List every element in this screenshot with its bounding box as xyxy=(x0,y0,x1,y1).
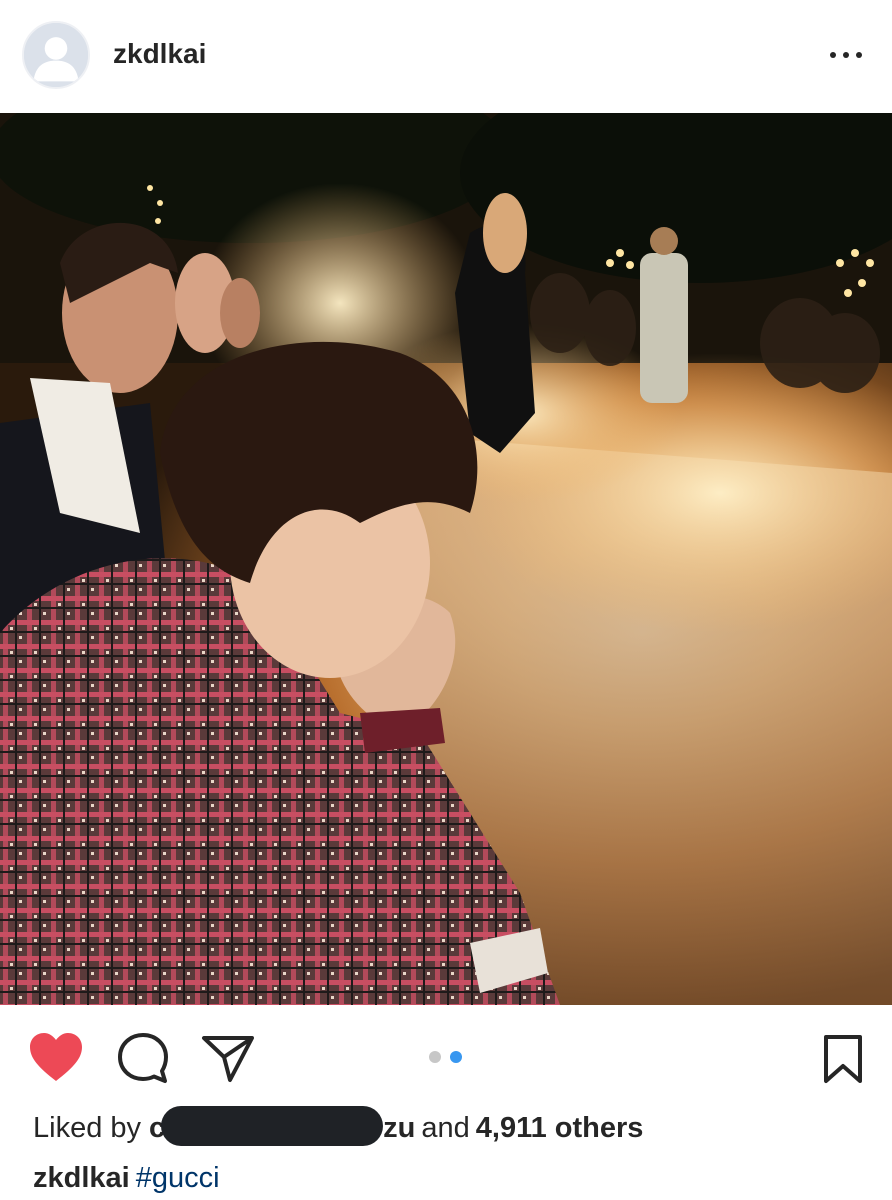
post-username[interactable]: zkdlkai xyxy=(113,38,206,70)
redaction-bar xyxy=(161,1106,384,1147)
more-dot xyxy=(843,52,849,58)
hashtag-link[interactable]: #gucci xyxy=(136,1162,220,1194)
direct-share-icon[interactable] xyxy=(200,1032,256,1084)
likes-conjunction: and xyxy=(421,1112,470,1144)
caption-username[interactable]: zkdlkai xyxy=(33,1162,130,1194)
liked-by-label: Liked by xyxy=(33,1112,142,1144)
heart-icon[interactable] xyxy=(28,1031,84,1083)
post-caption: zkdlkai #gucci xyxy=(33,1160,220,1196)
comment-icon[interactable] xyxy=(116,1031,170,1085)
carousel-indicator xyxy=(429,1051,462,1063)
post-photo[interactable] xyxy=(0,113,892,1005)
post-header: zkdlkai xyxy=(0,0,892,113)
likes-summary[interactable]: Liked by c zu and 4,911 others xyxy=(33,1106,644,1147)
more-options-icon[interactable] xyxy=(830,40,862,70)
more-dot xyxy=(830,52,836,58)
avatar[interactable] xyxy=(22,21,90,89)
bookmark-icon[interactable] xyxy=(822,1034,864,1084)
more-dot xyxy=(856,52,862,58)
photo-illustration xyxy=(0,113,892,1005)
carousel-dot-active xyxy=(450,1051,462,1063)
likes-count[interactable]: 4,911 others xyxy=(476,1112,644,1144)
default-avatar-icon xyxy=(24,23,88,87)
carousel-dot xyxy=(429,1051,441,1063)
liker-name-end[interactable]: zu xyxy=(383,1112,415,1144)
